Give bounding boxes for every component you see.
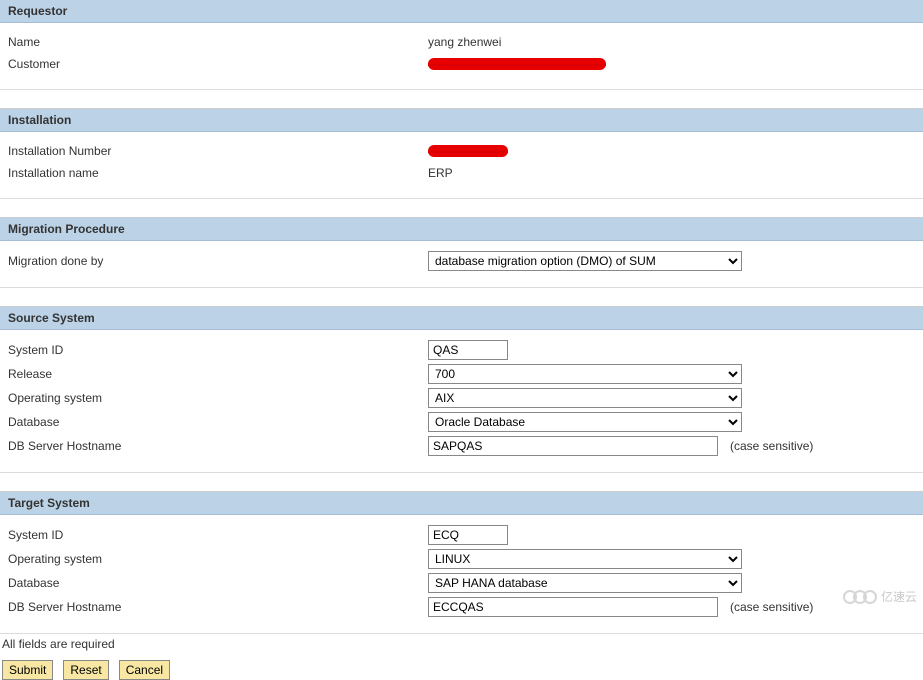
section-header-source: Source System [0, 307, 923, 330]
row-source-host: DB Server Hostname (case sensitive) [8, 434, 915, 458]
section-body-installation: Installation Number Installation name ER… [0, 132, 923, 198]
label-source-host: DB Server Hostname [8, 439, 428, 453]
value-install-name: ERP [428, 166, 915, 180]
target-host-hint: (case sensitive) [730, 600, 813, 614]
row-source-db: Database Oracle Database [8, 410, 915, 434]
install-name-text: ERP [428, 166, 453, 180]
source-host-input[interactable] [428, 436, 718, 456]
target-os-select[interactable]: LINUX [428, 549, 742, 569]
label-target-host: DB Server Hostname [8, 600, 428, 614]
section-header-migration: Migration Procedure [0, 218, 923, 241]
label-install-name: Installation name [8, 166, 428, 180]
target-host-input[interactable] [428, 597, 718, 617]
label-target-system-id: System ID [8, 528, 428, 542]
label-source-db: Database [8, 415, 428, 429]
section-title: Target System [8, 496, 90, 510]
source-os-select[interactable]: AIX [428, 388, 742, 408]
customer-redacted [428, 58, 606, 70]
row-target-system-id: System ID [8, 523, 915, 547]
label-install-number: Installation Number [8, 144, 428, 158]
row-migration-done-by: Migration done by database migration opt… [8, 249, 915, 273]
section-gap [0, 472, 923, 492]
source-host-hint: (case sensitive) [730, 439, 813, 453]
label-migration-done-by: Migration done by [8, 254, 428, 268]
section-gap [0, 287, 923, 307]
label-customer: Customer [8, 57, 428, 71]
target-system-id-input[interactable] [428, 525, 508, 545]
row-source-os: Operating system AIX [8, 386, 915, 410]
migration-done-by-select[interactable]: database migration option (DMO) of SUM [428, 251, 742, 271]
section-header-target: Target System [0, 492, 923, 515]
submit-button[interactable]: Submit [2, 660, 53, 680]
install-number-redacted [428, 145, 508, 157]
section-header-requestor: Requestor [0, 0, 923, 23]
section-gap [0, 89, 923, 109]
section-title: Source System [8, 311, 95, 325]
row-source-system-id: System ID [8, 338, 915, 362]
row-install-number: Installation Number [8, 140, 915, 162]
row-target-db: Database SAP HANA database [8, 571, 915, 595]
button-row: Submit Reset Cancel [0, 654, 923, 680]
section-title: Requestor [8, 4, 67, 18]
name-text: yang zhenwei [428, 35, 501, 49]
label-target-os: Operating system [8, 552, 428, 566]
row-target-host: DB Server Hostname (case sensitive) [8, 595, 915, 619]
row-target-os: Operating system LINUX [8, 547, 915, 571]
row-name: Name yang zhenwei [8, 31, 915, 53]
cancel-button[interactable]: Cancel [119, 660, 170, 680]
section-header-installation: Installation [0, 109, 923, 132]
target-db-select[interactable]: SAP HANA database [428, 573, 742, 593]
row-customer: Customer [8, 53, 915, 75]
value-install-number [428, 145, 915, 157]
label-source-release: Release [8, 367, 428, 381]
label-source-system-id: System ID [8, 343, 428, 357]
section-body-requestor: Name yang zhenwei Customer [0, 23, 923, 89]
reset-button[interactable]: Reset [63, 660, 108, 680]
section-body-migration: Migration done by database migration opt… [0, 241, 923, 287]
section-body-source: System ID Release 700 Operating system A… [0, 330, 923, 472]
source-release-select[interactable]: 700 [428, 364, 742, 384]
source-system-id-input[interactable] [428, 340, 508, 360]
required-note: All fields are required [0, 634, 923, 654]
row-source-release: Release 700 [8, 362, 915, 386]
label-name: Name [8, 35, 428, 49]
section-body-target: System ID Operating system LINUX Databas… [0, 515, 923, 633]
label-target-db: Database [8, 576, 428, 590]
section-gap [0, 198, 923, 218]
label-source-os: Operating system [8, 391, 428, 405]
value-name: yang zhenwei [428, 35, 915, 49]
section-title: Installation [8, 113, 71, 127]
section-title: Migration Procedure [8, 222, 125, 236]
value-customer [428, 58, 915, 70]
row-install-name: Installation name ERP [8, 162, 915, 184]
source-db-select[interactable]: Oracle Database [428, 412, 742, 432]
